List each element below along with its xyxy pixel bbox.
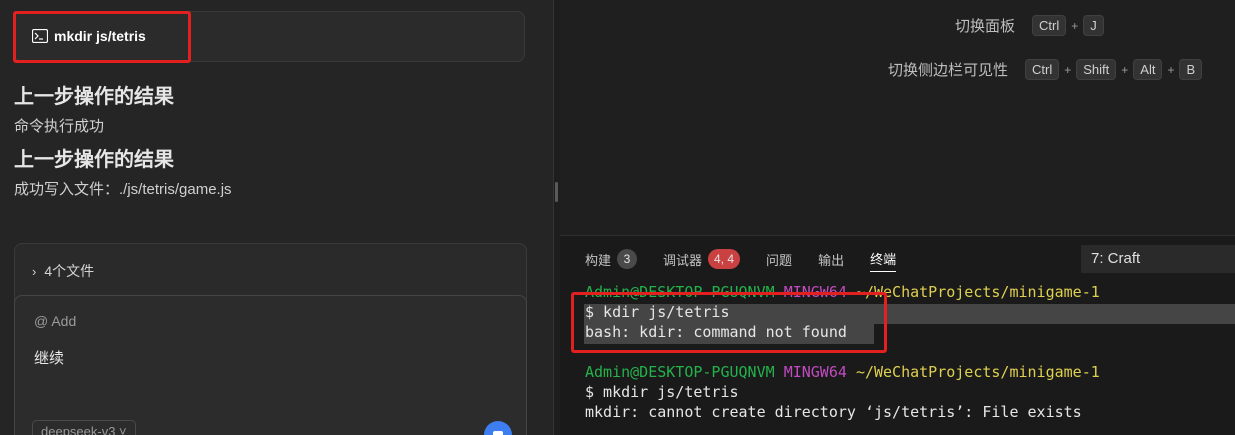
terminal-prompt-line: Admin@DESKTOP-PGUQNVM MINGW64 ~/WeChatPr… (585, 283, 1100, 301)
files-label: 4个文件 (44, 263, 95, 279)
terminal-line: $ kdir js/tetris (585, 303, 730, 321)
tab-label: 构建 (585, 252, 612, 268)
key-j: J (1083, 15, 1104, 36)
panel-tabs: 构建 3 调试器 4, 4 问题 输出 终端 (585, 246, 897, 272)
prompt-user: Admin@DESKTOP-PGUQNVM (585, 363, 775, 381)
count-badge: 3 (617, 249, 638, 269)
editor-empty-area (560, 0, 1235, 235)
tab-problems[interactable]: 问题 (766, 246, 792, 272)
tab-label: 终端 (870, 252, 897, 267)
result-heading-2: 上一步操作的结果 (14, 149, 174, 171)
tab-label: 输出 (818, 252, 845, 268)
tab-terminal[interactable]: 终端 (870, 246, 897, 272)
chat-input-box[interactable] (14, 295, 527, 435)
terminal-icon (32, 29, 48, 43)
prompt-path: ~/WeChatProjects/minigame-1 (855, 283, 1100, 301)
result-text-2: 成功写入文件：./js/tetris/game.js (14, 181, 232, 198)
chat-input[interactable]: 继续 (34, 347, 64, 368)
plus-sign: + (1167, 62, 1175, 77)
shortcut-toggle-sidebar: 切换侧边栏可见性 Ctrl + Shift + Alt + B (888, 59, 1203, 80)
plus-sign: + (1071, 18, 1079, 33)
key-alt: Alt (1133, 59, 1163, 80)
tab-build[interactable]: 构建 3 (585, 246, 638, 272)
add-context-button[interactable]: @ Add (34, 313, 76, 329)
terminal-line: bash: kdir: command not found (585, 323, 847, 341)
key-b: B (1179, 59, 1203, 80)
shortcut-label: 切换面板 (955, 18, 1016, 35)
tab-label: 问题 (766, 252, 793, 268)
command-header[interactable]: mkdir js/tetris (32, 28, 146, 44)
tab-debugger[interactable]: 调试器 4, 4 (663, 246, 741, 272)
key-shift: Shift (1076, 59, 1117, 80)
key-ctrl: Ctrl (1032, 15, 1067, 36)
shortcut-label: 切换侧边栏可见性 (888, 62, 1009, 79)
result-text-1: 命令执行成功 (14, 118, 105, 135)
terminal-prompt-line: Admin@DESKTOP-PGUQNVM MINGW64 ~/WeChatPr… (585, 363, 1100, 381)
shortcut-toggle-panel: 切换面板 Ctrl + J (955, 15, 1104, 36)
splitter-handle[interactable] (555, 182, 558, 202)
command-text: mkdir js/tetris (54, 28, 146, 44)
result-heading-1: 上一步操作的结果 (14, 86, 174, 108)
plus-sign: + (1121, 62, 1129, 77)
prompt-env: MINGW64 (783, 283, 847, 301)
prompt-env: MINGW64 (783, 363, 847, 381)
tab-output[interactable]: 输出 (818, 246, 844, 272)
files-toggle[interactable]: › 4个文件 (32, 261, 94, 281)
terminal-line: $ mkdir js/tetris (585, 383, 739, 401)
prompt-path: ~/WeChatProjects/minigame-1 (855, 363, 1100, 381)
prompt-user: Admin@DESKTOP-PGUQNVM (585, 283, 775, 301)
model-selector[interactable]: deepseek-v3 ˅ (32, 420, 136, 435)
terminal-selector[interactable]: 7: Craft (1081, 245, 1235, 273)
stop-icon (493, 431, 503, 435)
terminal-line: mkdir: cannot create directory ‘js/tetri… (585, 403, 1082, 421)
count-badge: 4, 4 (708, 249, 741, 269)
panel-splitter[interactable] (553, 0, 560, 435)
plus-sign: + (1064, 62, 1072, 77)
key-ctrl: Ctrl (1025, 59, 1060, 80)
chevron-right-icon: › (32, 263, 37, 279)
tab-label: 调试器 (663, 252, 703, 268)
